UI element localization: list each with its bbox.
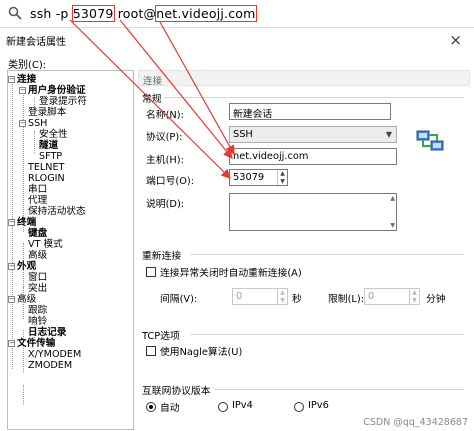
port-field[interactable]: 53079 ▲ ▼ [229,169,288,186]
divider [190,334,464,335]
chevron-down-icon: ▼ [385,130,392,139]
collapse-icon[interactable]: − [8,263,15,270]
reconnect-section-title: 重新连接 [142,251,182,262]
protocol-value: SSH [233,129,253,140]
command-prefix: ssh -p [30,6,73,21]
tree-item[interactable]: SFTP [39,151,62,162]
command-user: root@ [113,6,157,21]
tcp-section-title: TCP选项 [142,331,180,342]
ssh-command: ssh -p 53079 root@net.videojj.com [30,5,257,22]
protocol-label: 协议(P): [146,132,183,143]
interval-stepper: ▲ ▼ [277,289,287,304]
port-label: 端口号(O): [146,176,195,187]
host-label: 主机(H): [146,155,184,166]
command-bar: ssh -p 53079 root@net.videojj.com [0,0,474,28]
port-stepper[interactable]: ▲ ▼ [277,170,287,185]
collapse-icon[interactable]: − [19,120,26,127]
collapse-icon[interactable]: − [19,87,26,94]
ipv6-radio[interactable] [294,402,304,412]
tree-item[interactable]: TELNET [28,162,64,173]
category-tree[interactable]: − 连接 − 用户身份验证 登录提示符 登录脚本 − SSH 安全性 隧道 SFTP TELNET RL… [7,70,134,430]
watermark: CSDN @qq_43428687 [363,417,468,428]
tree-item[interactable]: 连接 [17,74,36,85]
scroll-down-icon[interactable]: ▼ [390,222,395,229]
tree-item[interactable]: 键盘 [28,228,47,239]
interval-unit: 秒 [292,294,302,305]
ip-auto-radio[interactable] [146,402,156,412]
interval-value: 0 [236,291,243,302]
interval-field: 0 ▲ ▼ [232,288,288,305]
name-field[interactable]: 新建会话 [229,103,391,120]
search-icon [8,6,22,20]
tree-item[interactable]: 登录提示符 [39,96,87,107]
tree-item[interactable]: 保持活动状态 [28,206,86,217]
tree-item[interactable]: X/YMODEM [28,349,81,360]
category-label: 类别(C): [8,60,47,71]
interval-label: 间隔(V): [160,294,198,305]
general-section-title: 常规 [142,94,162,105]
limit-value: 0 [368,291,375,302]
divider [164,97,464,98]
panel-header-title: 连接 [143,76,163,87]
command-host: net.videojj.com [155,5,257,22]
port-value: 53079 [233,172,265,183]
tree-item[interactable]: 隧道 [39,140,58,151]
panel-header: 连接 [138,70,470,87]
collapse-icon[interactable]: − [8,76,15,83]
session-properties-dialog: 新建会话属性 × 类别(C): − 连接 − 用户身份验证 登录提示符 登录脚本 − SSH 安… [0,28,474,431]
title-bar: 新建会话属性 × [0,28,474,50]
ipv4-label: IPv4 [232,400,253,411]
limit-stepper: ▲ ▼ [409,289,419,304]
name-label: 名称(N): [146,110,184,121]
tree-item[interactable]: SSH [28,118,47,129]
tree-item[interactable]: 响铃 [28,316,47,327]
description-label: 说明(D): [146,199,185,210]
ipv6-label: IPv6 [308,400,329,411]
divider [214,389,464,390]
tree-item[interactable]: ZMODEM [28,360,72,371]
tree-item[interactable]: 文件传输 [17,338,55,349]
host-field[interactable]: net.videojj.com [229,148,397,165]
nagle-checkbox[interactable] [146,346,156,356]
tree-item[interactable]: 串口 [28,184,47,195]
ipv4-radio[interactable] [218,402,228,412]
tree-item[interactable]: 用户身份验证 [28,85,86,96]
tree-item[interactable]: 安全性 [39,129,68,140]
divider [190,254,464,255]
dialog-title: 新建会话属性 [6,37,66,48]
limit-label: 限制(L): [328,294,364,305]
ip-version-section-title: 互联网协议版本 [142,386,211,397]
tree-item[interactable]: VT 模式 [28,239,63,250]
nagle-label: 使用Nagle算法(U) [160,347,243,358]
protocol-select[interactable]: SSH ▼ [229,126,397,143]
tree-item[interactable]: 高级 [28,250,47,261]
tree-item[interactable]: 代理 [28,195,47,206]
tree-item[interactable]: 窗口 [28,272,47,283]
close-icon[interactable]: × [449,31,462,49]
collapse-icon[interactable]: − [8,219,15,226]
ip-auto-label: 自动 [160,403,180,414]
tree-item[interactable]: 终端 [17,217,36,228]
description-field[interactable]: ▲ ▼ [229,193,397,231]
limit-field: 0 ▲ ▼ [364,288,420,305]
limit-unit: 分钟 [426,294,446,305]
tree-item[interactable]: 突出 [28,283,47,294]
network-icon [416,130,444,151]
tree-item[interactable]: 外观 [17,261,36,272]
auto-reconnect-checkbox[interactable] [146,267,156,277]
auto-reconnect-label: 连接异常关闭时自动重新连接(A) [160,268,302,279]
tree-item[interactable]: 日志记录 [28,327,66,338]
tree-item[interactable]: 高级 [17,294,36,305]
command-port: 53079 [71,5,115,22]
tree-item[interactable]: 跟踪 [28,305,47,316]
tree-item[interactable]: 登录脚本 [28,107,66,118]
collapse-icon[interactable]: − [8,340,15,347]
settings-panel: 连接 常规 名称(N): 新建会话 协议(P): SSH ▼ 主机(H): ne… [138,70,470,431]
tree-item[interactable]: RLOGIN [28,173,65,184]
scroll-up-icon[interactable]: ▲ [390,195,395,202]
collapse-icon[interactable]: − [8,296,15,303]
